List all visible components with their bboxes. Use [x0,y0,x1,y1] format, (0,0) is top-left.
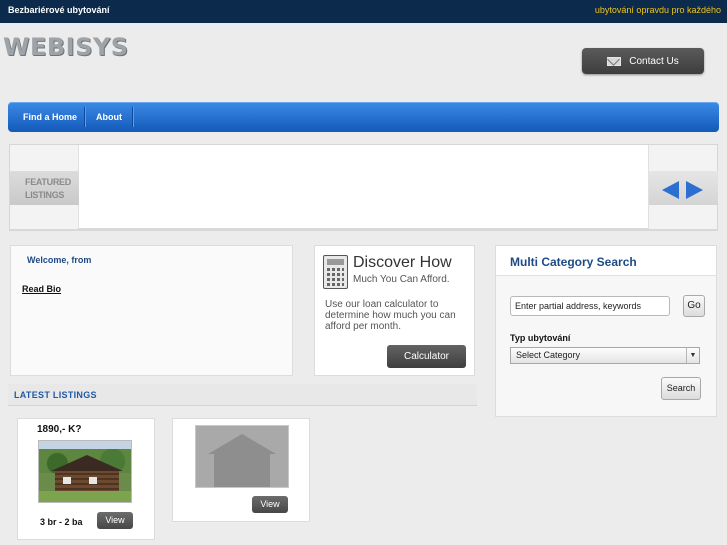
view-listing-button[interactable]: View [252,496,288,513]
category-select-value: Select Category [516,350,581,360]
photo-window [89,477,97,484]
listing-card[interactable]: 1890,- K? 3 br - 2 ba View [17,418,155,540]
view-listing-button[interactable]: View [97,512,133,529]
featured-listings-label: FEATURED LISTINGS [10,145,79,229]
go-button[interactable]: Go [683,295,705,317]
arrow-right-icon[interactable] [686,181,703,199]
search-panel-header: Multi Category Search [496,246,716,276]
photo-window [63,477,71,484]
featured-label-line1: FEATURED [25,177,71,187]
main-nav: Find a Home About [8,102,719,132]
calculator-description: Use our loan calculator to determine how… [325,299,456,332]
loan-calculator-panel: Discover How Much You Can Afford. Use ou… [314,245,475,376]
featured-listings-carousel: FEATURED LISTINGS [9,144,718,231]
house-placeholder-body [214,454,270,487]
featured-label-line2: LISTINGS [25,190,65,200]
chevron-down-icon: ▼ [686,348,699,363]
nav-separator [84,107,85,127]
top-bar: Bezbariérové ubytování ubytování opravdu… [0,0,727,23]
calculator-heading: Discover How [353,254,452,271]
read-bio-link[interactable]: Read Bio [22,284,61,294]
listing-beds-baths: 3 br - 2 ba [40,517,83,527]
contact-us-label: Contact Us [629,55,679,67]
category-label: Typ ubytování [510,333,571,343]
featured-label-text: FEATURED LISTINGS [25,176,71,202]
site-name: Bezbariérové ubytování [8,5,110,15]
welcome-title: Welcome, from [27,255,92,265]
calculator-icon-keys [327,268,344,286]
site-tagline: ubytování opravdu pro každého [594,5,721,15]
nav-item-about[interactable]: About [96,102,122,132]
mail-icon [607,56,622,66]
keyword-search-input[interactable]: Enter partial address, keywords [510,296,670,316]
welcome-panel: Welcome, from Read Bio [10,245,293,376]
calculator-button[interactable]: Calculator [387,345,466,368]
latest-listings-title: LATEST LISTINGS [14,390,97,400]
photo-roof [51,455,123,471]
arrow-left-icon[interactable] [662,181,679,199]
house-placeholder-icon[interactable] [195,425,289,488]
multi-category-search-panel: Multi Category Search Enter partial addr… [495,245,717,417]
carousel-controls-band [649,171,718,205]
calculator-subheading: Much You Can Afford. [353,274,450,285]
listing-price: 1890,- K? [37,424,82,435]
search-panel-title: Multi Category Search [510,255,637,269]
category-select[interactable]: Select Category ▼ [510,347,700,364]
contact-us-button[interactable]: Contact Us [582,48,704,74]
nav-separator [132,107,133,127]
photo-grass [39,491,131,502]
house-placeholder-roof [208,434,276,454]
nav-item-find-a-home[interactable]: Find a Home [23,102,77,132]
search-button[interactable]: Search [661,377,701,400]
carousel-controls [648,145,718,229]
listing-photo[interactable] [38,440,132,503]
site-logo[interactable]: WEBISYS [3,33,129,61]
calculator-icon [323,255,348,289]
listing-card[interactable]: View [172,418,310,522]
latest-listings-header: LATEST LISTINGS [8,384,477,406]
calculator-icon-screen [327,259,344,265]
